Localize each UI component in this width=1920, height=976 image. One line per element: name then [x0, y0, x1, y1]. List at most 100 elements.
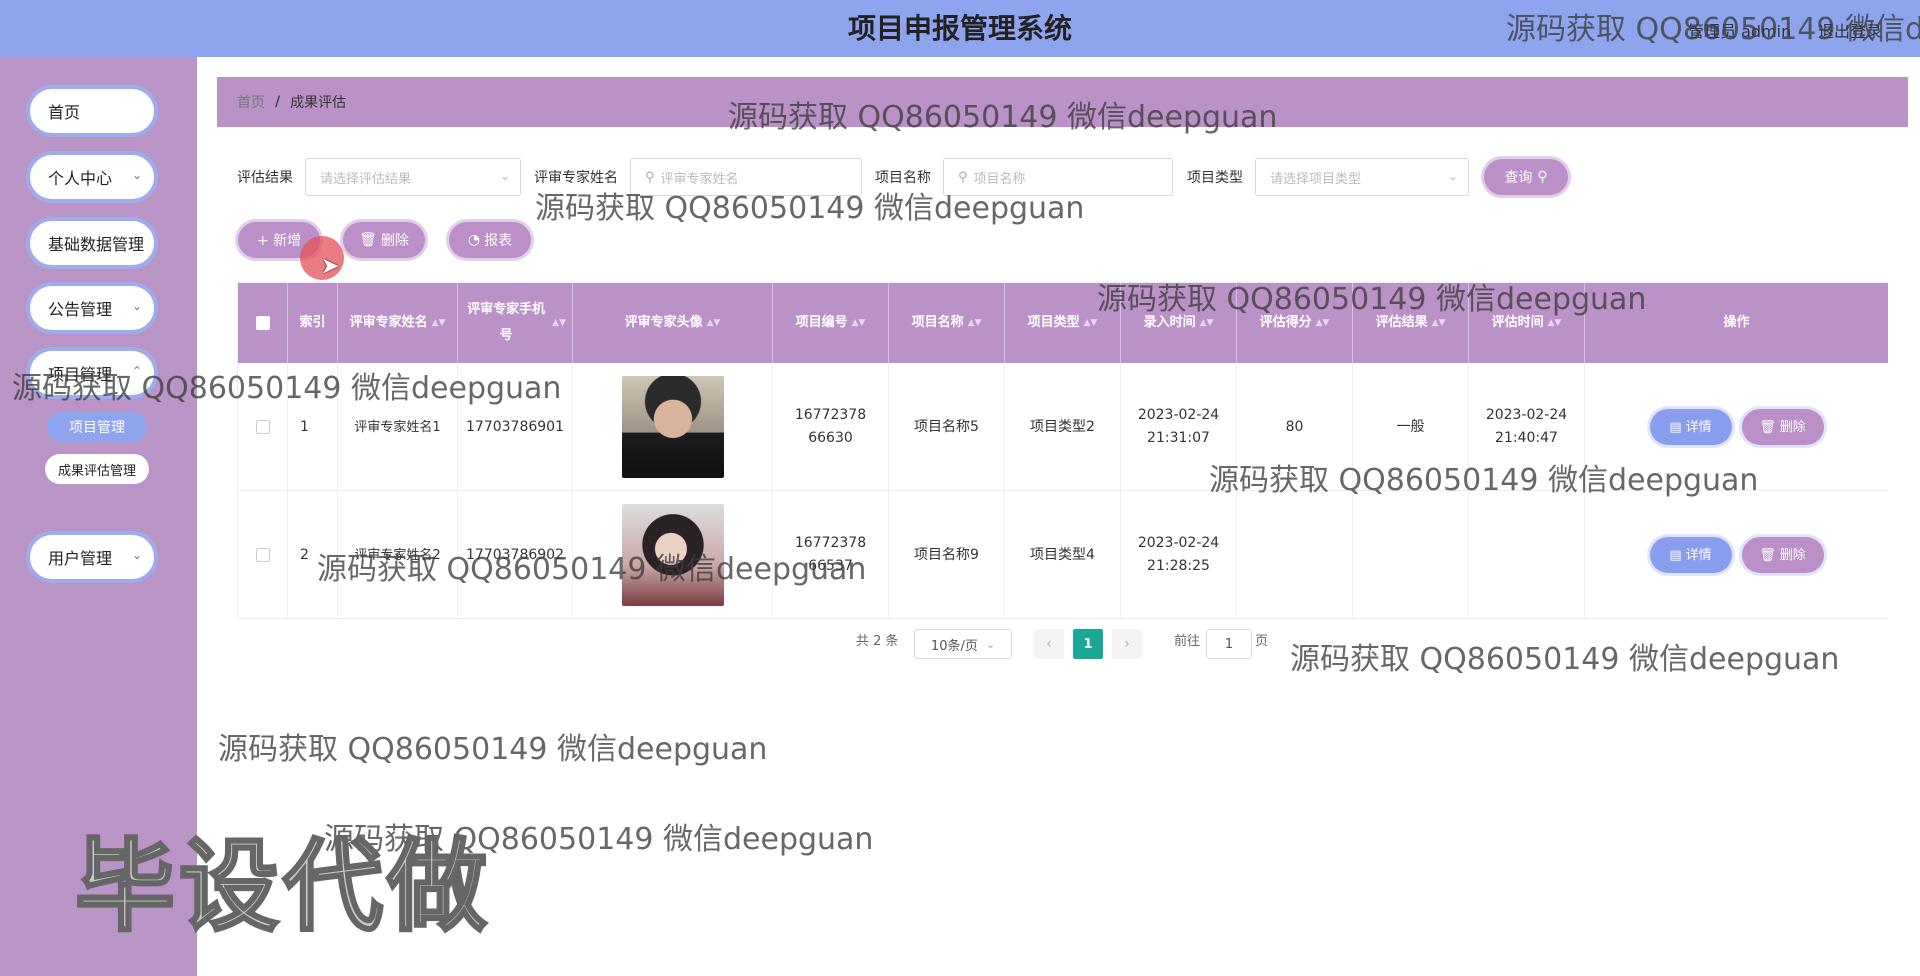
cell-phone: 17703786901 [458, 363, 573, 491]
sort-icon[interactable]: ▲▼ [432, 310, 446, 336]
sidebar-item-announcements[interactable]: 公告管理 ⌄ [26, 282, 158, 334]
cell-project-no: 1677237866537 [773, 491, 889, 619]
document-icon: ▤ [1669, 547, 1682, 563]
add-button-label: + 新增 [256, 233, 302, 249]
column-header[interactable]: 评审专家头像 ▲▼ [573, 283, 773, 363]
cell-score [1237, 491, 1353, 619]
breadcrumb-separator: / [275, 94, 281, 110]
next-page-button[interactable]: › [1112, 629, 1142, 659]
sidebar-item-users[interactable]: 用户管理 ⌄ [26, 531, 158, 583]
sidebar: 首页 个人中心 ⌄ 基础数据管理 公告管理 ⌄ 项目管理 ⌃ 项目管理 成果评估… [0, 57, 197, 976]
cell-entry-time: 2023-02-24 21:28:25 [1121, 491, 1237, 619]
cell-index: 1 [288, 363, 338, 491]
prev-page-button[interactable]: ‹ [1034, 629, 1064, 659]
page-size-value: 10条/页 [930, 638, 978, 654]
column-header: 操作 [1585, 283, 1888, 363]
expert-name-input[interactable]: ⚲ 评审专家姓名 [630, 158, 862, 196]
chevron-left-icon: ‹ [1046, 636, 1052, 652]
column-header[interactable]: 项目编号 ▲▼ [773, 283, 889, 363]
page-suffix: 页 [1255, 634, 1269, 649]
sidebar-item-label: 项目管理 [48, 365, 113, 384]
logout-link[interactable]: 退出登录 [1818, 18, 1882, 42]
column-header: 索引 [288, 283, 338, 363]
breadcrumb: 首页 / 成果评估 [217, 77, 1908, 127]
sidebar-item-label: 基础数据管理 [48, 235, 145, 254]
page-number-current[interactable]: 1 [1073, 629, 1103, 659]
app-root: 项目申报管理系统 管理员 admin 退出登录 首页 个人中心 ⌄ 基础数据管理… [0, 0, 1920, 976]
pagination-total: 共 2 条 [856, 634, 899, 649]
column-title: 操作 [1723, 315, 1750, 330]
cell-eval-time: 2023-02-24 21:40:47 [1469, 363, 1585, 491]
project-name-input[interactable]: ⚲ 项目名称 [943, 158, 1173, 196]
sort-icon[interactable]: ▲▼ [1316, 310, 1330, 336]
detail-button[interactable]: ▤ 详情 [1649, 537, 1732, 573]
sidebar-item-projects[interactable]: 项目管理 ⌃ [26, 347, 158, 399]
delete-button-label: 删除 [1779, 547, 1806, 563]
expert-avatar-image [621, 504, 724, 606]
submenu-item-projects[interactable]: 项目管理 [47, 412, 147, 442]
report-button-label: 报表 [484, 233, 513, 249]
cell-expert-name: 评审专家姓名1 [338, 363, 458, 491]
select-placeholder: 请选择评估结果 [320, 171, 412, 187]
column-header[interactable]: 评审专家姓名 ▲▼ [338, 283, 458, 363]
sort-icon[interactable]: ▲▼ [968, 310, 982, 336]
column-title: 录入时间 [1143, 315, 1196, 330]
delete-button[interactable]: 🗑 删除 [343, 222, 425, 258]
sidebar-item-personal-center[interactable]: 个人中心 ⌄ [26, 151, 158, 203]
row-select-cell [238, 491, 288, 619]
column-header[interactable]: 评估结果 ▲▼ [1353, 283, 1469, 363]
project-type-select[interactable]: 请选择项目类型 ⌄ [1255, 158, 1469, 196]
column-title: 评审专家头像 [624, 315, 703, 330]
column-header[interactable]: 评估得分 ▲▼ [1237, 283, 1353, 363]
expert-filter-label: 评审专家姓名 [534, 170, 618, 186]
row-delete-button[interactable]: 🗑 删除 [1741, 409, 1824, 445]
sort-icon[interactable]: ▲▼ [1548, 310, 1562, 336]
trash-icon: 🗑 [1759, 419, 1776, 435]
column-title: 评估时间 [1491, 315, 1544, 330]
sort-icon[interactable]: ▲▼ [1084, 310, 1098, 336]
chevron-up-icon: ⌃ [131, 364, 142, 378]
delete-button-label: 删除 [1779, 419, 1806, 435]
submenu-item-label: 项目管理 [69, 420, 125, 436]
column-header[interactable]: 项目类型 ▲▼ [1005, 283, 1121, 363]
chevron-down-icon: ⌄ [131, 168, 142, 182]
chevron-down-icon: ⌄ [131, 548, 142, 562]
delete-button-label: 删除 [380, 233, 409, 249]
sidebar-item-home[interactable]: 首页 [26, 85, 158, 137]
sort-icon[interactable]: ▲▼ [552, 310, 566, 336]
sort-icon[interactable]: ▲▼ [707, 310, 721, 336]
table-row: 2 评审专家姓名2 17703786902 1677237866537 项目名称… [238, 491, 1888, 619]
sidebar-item-label: 首页 [48, 103, 81, 122]
row-select-cell [238, 363, 288, 491]
sort-icon[interactable]: ▲▼ [1200, 310, 1214, 336]
column-title: 评估得分 [1259, 315, 1312, 330]
row-checkbox[interactable] [255, 420, 270, 434]
column-title: 项目编号 [795, 315, 848, 330]
sidebar-item-basic-data[interactable]: 基础数据管理 [26, 217, 158, 269]
sort-icon[interactable]: ▲▼ [1432, 310, 1446, 336]
column-header[interactable]: 评估时间 ▲▼ [1469, 283, 1585, 363]
cell-project-name: 项目名称9 [889, 491, 1005, 619]
row-checkbox[interactable] [255, 548, 270, 562]
result-select[interactable]: 请选择评估结果 ⌄ [305, 158, 521, 196]
column-header[interactable]: 项目名称 ▲▼ [889, 283, 1005, 363]
cell-avatar [573, 363, 773, 491]
page-size-select[interactable]: 10条/页 ⌄ [914, 629, 1012, 659]
breadcrumb-home[interactable]: 首页 [237, 92, 265, 112]
column-header[interactable]: 录入时间 ▲▼ [1121, 283, 1237, 363]
cell-index: 2 [288, 491, 338, 619]
row-delete-button[interactable]: 🗑 删除 [1741, 537, 1824, 573]
table-row: 1 评审专家姓名1 17703786901 1677237866630 项目名称… [238, 363, 1888, 491]
chevron-down-icon: ⌄ [985, 637, 996, 651]
select-all-checkbox[interactable] [255, 316, 270, 330]
submenu-item-evaluation[interactable]: 成果评估管理 [45, 454, 149, 484]
report-button[interactable]: ◔ 报表 [449, 222, 531, 258]
goto-page-input[interactable]: 1 [1206, 629, 1252, 659]
detail-button[interactable]: ▤ 详情 [1649, 409, 1732, 445]
trash-icon: 🗑 [359, 232, 377, 248]
query-button[interactable]: 查询 ⚲ [1484, 159, 1568, 195]
sort-icon[interactable]: ▲▼ [852, 310, 866, 336]
input-placeholder: 评审专家姓名 [660, 171, 739, 187]
column-header[interactable]: 评审专家手机号 ▲▼ [458, 283, 573, 363]
cell-score: 80 [1237, 363, 1353, 491]
